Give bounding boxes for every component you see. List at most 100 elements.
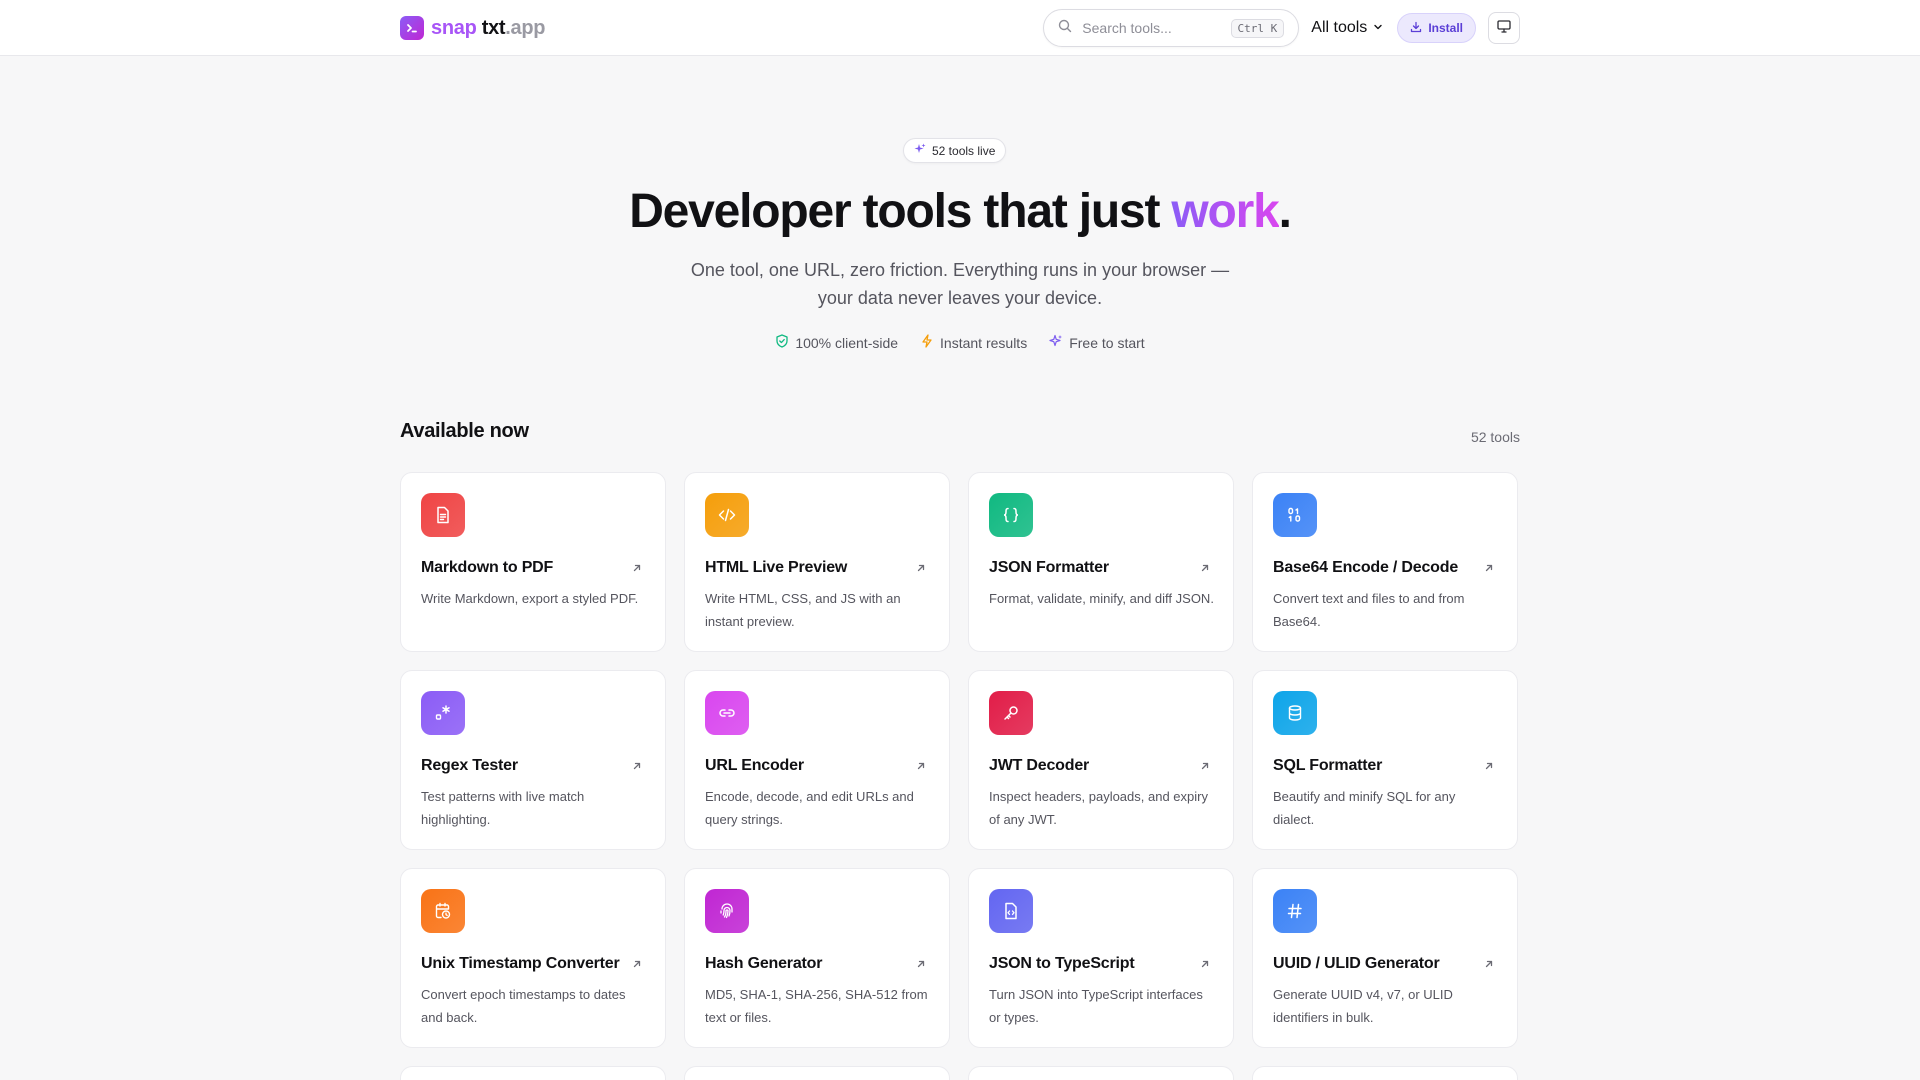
tool-card-title: JWT Decoder (989, 757, 1090, 774)
all-tools-label: All tools (1311, 19, 1368, 36)
feature-client-side: 100% client-side (775, 334, 898, 351)
tool-card-description: Convert text and files to and from Base6… (1273, 591, 1465, 629)
key-icon (989, 691, 1033, 735)
tools-live-label: 52 tools live (932, 143, 996, 158)
tool-card-unix-timestamp-converter[interactable]: Unix Timestamp Converter Convert epoch ti… (400, 868, 666, 1048)
headline-accent: work (1171, 185, 1279, 238)
arrow-up-right-icon (631, 957, 643, 975)
tool-card-description: Write HTML, CSS, and JS with an instant … (705, 591, 901, 629)
tool-card-regex-tester[interactable]: Regex Tester Test patterns with live matc… (400, 670, 666, 850)
lightning-icon (920, 334, 934, 351)
subtitle-line-2: your data never leaves your device. (817, 288, 1103, 308)
tool-card-partial[interactable] (400, 1066, 666, 1080)
brand-part-app: .app (505, 16, 546, 39)
tool-card-description: Turn JSON into TypeScript interfaces or … (989, 987, 1203, 1025)
search-input[interactable]: Search tools... Ctrl K (1043, 9, 1300, 47)
tool-card-sql-formatter[interactable]: SQL Formatter Beautify and minify SQL for… (1252, 670, 1518, 850)
brand-part-snap: snap (431, 16, 477, 39)
regex-icon (421, 691, 465, 735)
feature-list: 100% client-side Instant results Free to… (0, 334, 1920, 351)
calendar-clock-icon (421, 889, 465, 933)
tools-live-badge: 52 tools live (903, 138, 1007, 163)
arrow-up-right-icon (1199, 759, 1211, 777)
document-icon (421, 493, 465, 537)
brand-logo[interactable]: snap txt.app (400, 16, 546, 40)
sparkles-icon (1049, 334, 1063, 351)
tool-card-markdown-to-pdf[interactable]: Markdown to PDF Write Markdown, export a … (400, 472, 666, 652)
tool-card-partial[interactable] (684, 1066, 950, 1080)
code-icon (705, 493, 749, 537)
headline-main: Developer tools that just (629, 185, 1172, 238)
tool-card-description: Write Markdown, export a styled PDF. (421, 591, 639, 606)
tool-card-uuid-ulid-generator[interactable]: UUID / ULID Generator Generate UUID v4, v… (1252, 868, 1518, 1048)
arrow-up-right-icon (915, 759, 927, 777)
hero-subtitle: One tool, one URL, zero friction. Everyt… (660, 256, 1260, 312)
arrow-up-right-icon (631, 561, 643, 579)
tool-count: 52 tools (1470, 429, 1520, 445)
tool-card-description: Test patterns with live match highlighti… (421, 789, 585, 827)
top-header: snap txt.app Search tools... Ctrl K All … (0, 0, 1920, 56)
feature-instant-label: Instant results (940, 334, 1028, 351)
arrow-up-right-icon (1483, 759, 1495, 777)
tool-card-title: JSON to TypeScript (989, 955, 1135, 972)
terminal-icon (400, 16, 424, 40)
tool-card-description: Convert epoch timestamps to dates and ba… (421, 987, 626, 1025)
search-icon (1058, 19, 1072, 38)
tool-card-partial[interactable] (968, 1066, 1234, 1080)
tool-card-title: Regex Tester (421, 757, 518, 774)
database-icon (1273, 691, 1317, 735)
tool-card-title: URL Encoder (705, 757, 804, 774)
tool-card-partial[interactable] (1252, 1066, 1518, 1080)
tool-card-title: Hash Generator (705, 955, 823, 972)
tool-card-description: Beautify and minify SQL for any dialect. (1273, 789, 1456, 827)
sparkles-icon (914, 143, 926, 158)
fingerprint-icon (705, 889, 749, 933)
monitor-icon (1496, 18, 1512, 39)
feature-client-side-label: 100% client-side (795, 334, 899, 351)
tool-card-title: JSON Formatter (989, 559, 1109, 576)
tool-card-title: UUID / ULID Generator (1273, 955, 1440, 972)
tool-card-title: Base64 Encode / Decode (1273, 559, 1459, 576)
tool-card-url-encoder[interactable]: URL Encoder Encode, decode, and edit URLs… (684, 670, 950, 850)
hash-icon (1273, 889, 1317, 933)
brand-name: snap txt.app (431, 16, 546, 40)
tool-card-html-live-preview[interactable]: HTML Live Preview Write HTML, CSS, and JS… (684, 472, 950, 652)
tool-card-description: Inspect headers, payloads, and expiry of… (989, 789, 1208, 827)
page-headline: Developer tools that just work. (0, 184, 1920, 239)
shield-check-icon (775, 334, 789, 351)
braces-icon (989, 493, 1033, 537)
tool-card-description: Encode, decode, and edit URLs and query … (705, 789, 914, 827)
file-code-icon (989, 889, 1033, 933)
tool-card-title: HTML Live Preview (705, 559, 848, 576)
tool-card-description: Generate UUID v4, v7, or ULID identifier… (1273, 987, 1453, 1025)
download-icon (1410, 21, 1422, 36)
tool-card-title: SQL Formatter (1273, 757, 1383, 774)
arrow-up-right-icon (1483, 561, 1495, 579)
tool-card-description: MD5, SHA-1, SHA-256, SHA-512 from text o… (705, 987, 928, 1025)
header-inner: snap txt.app Search tools... Ctrl K All … (400, 0, 1520, 56)
tool-grid: Markdown to PDF Write Markdown, export a … (400, 472, 1520, 1080)
headline-end: . (1278, 185, 1292, 238)
tool-card-json-formatter[interactable]: JSON Formatter Format, validate, minify, … (968, 472, 1234, 652)
brand-part-txt: txt (481, 16, 506, 39)
search-shortcut-hint: Ctrl K (1230, 18, 1285, 38)
section-title: Available now (400, 420, 529, 442)
install-label: Install (1428, 21, 1463, 35)
all-tools-dropdown[interactable]: All tools (1311, 19, 1383, 37)
feature-free: Free to start (1049, 334, 1145, 351)
tool-card-jwt-decoder[interactable]: JWT Decoder Inspect headers, payloads, an… (968, 670, 1234, 850)
display-mode-button[interactable] (1488, 12, 1520, 44)
arrow-up-right-icon (915, 957, 927, 975)
link-icon (705, 691, 749, 735)
tool-card-base64-encode-decode[interactable]: Base64 Encode / Decode Convert text and f… (1252, 472, 1518, 652)
tool-card-description: Format, validate, minify, and diff JSON. (989, 591, 1214, 606)
tool-card-title: Markdown to PDF (421, 559, 554, 576)
tool-card-hash-generator[interactable]: Hash Generator MD5, SHA-1, SHA-256, SHA-5… (684, 868, 950, 1048)
install-button[interactable]: Install (1397, 13, 1476, 43)
tool-card-json-to-typescript[interactable]: JSON to TypeScript Turn JSON into TypeScr… (968, 868, 1234, 1048)
feature-instant: Instant results (920, 334, 1027, 351)
binary-icon (1273, 493, 1317, 537)
arrow-up-right-icon (1199, 957, 1211, 975)
search-placeholder: Search tools... (1082, 20, 1172, 36)
arrow-up-right-icon (915, 561, 927, 579)
